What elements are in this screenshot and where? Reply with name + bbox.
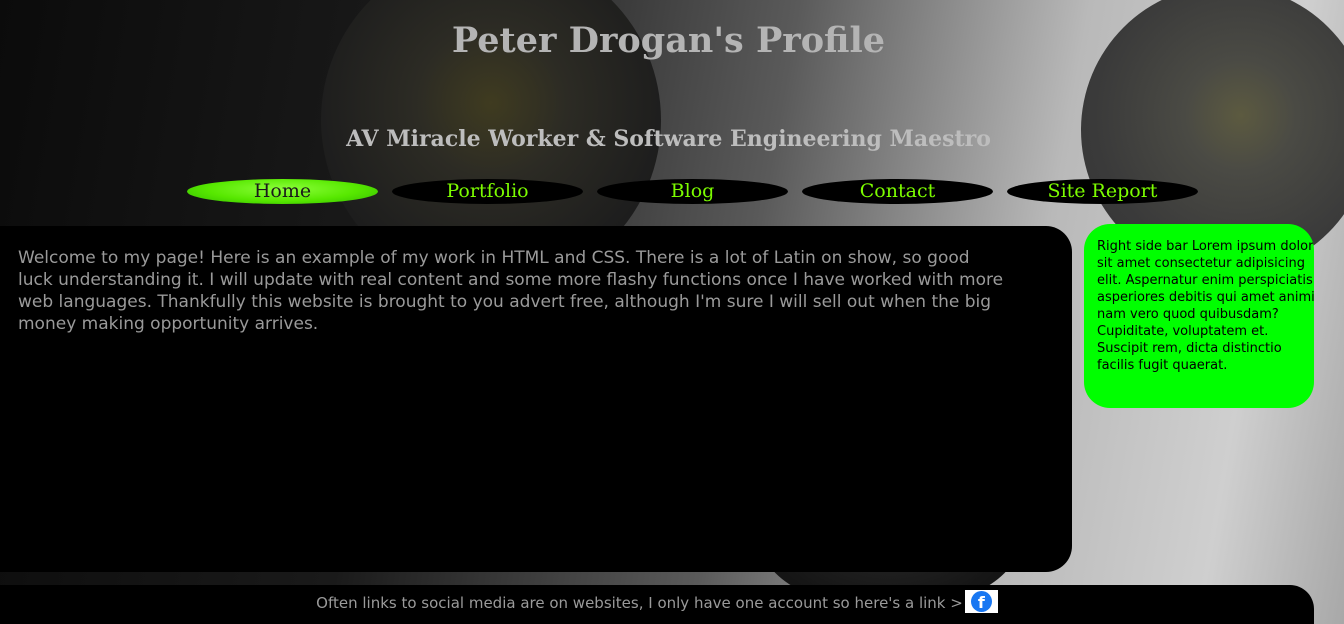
right-sidebar: Right side bar Lorem ipsum dolor sit ame… [1084,224,1314,408]
main-nav: Home Portfolio Blog Contact Site Report [187,179,1198,204]
nav-item-blog[interactable]: Blog [597,179,788,204]
facebook-link[interactable]: f [964,590,998,613]
sidebar-text: Right side bar Lorem ipsum dolor sit ame… [1097,239,1314,373]
footer-text: Often links to social media are on websi… [316,594,963,612]
welcome-text: Welcome to my page! Here is an example o… [18,248,1004,334]
footer-line: Often links to social media are on websi… [0,590,1314,615]
nav-item-home[interactable]: Home [187,179,378,204]
page-title: Peter Drogan's Profile [451,20,886,61]
nav-item-portfolio[interactable]: Portfolio [392,179,583,204]
main-content-panel: Welcome to my page! Here is an example o… [0,226,1072,572]
nav-item-site-report[interactable]: Site Report [1007,179,1198,204]
facebook-icon: f [970,591,992,612]
page-subtitle: AV Miracle Worker & Software Engineering… [346,126,991,152]
nav-item-contact[interactable]: Contact [802,179,993,204]
footer: Often links to social media are on websi… [0,585,1314,624]
